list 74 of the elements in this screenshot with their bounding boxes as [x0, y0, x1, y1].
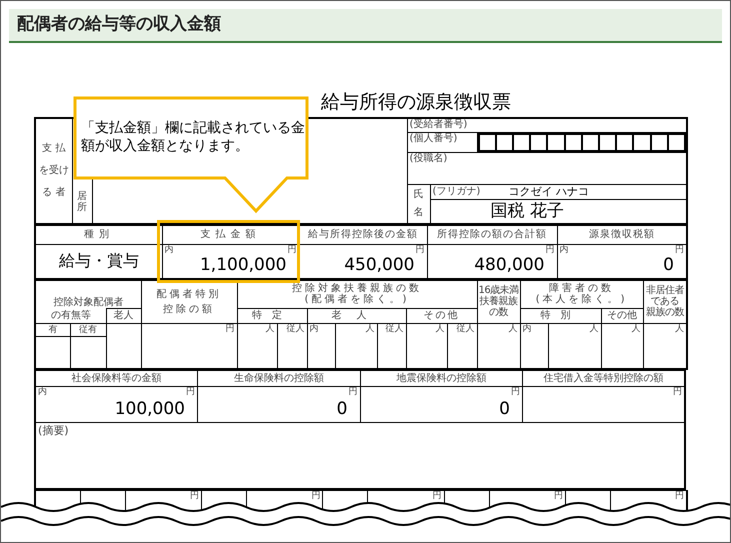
field-label: (受給者番号)	[410, 119, 468, 130]
unit-label: 従人	[286, 324, 305, 334]
amount-value: 0	[663, 255, 674, 275]
field-label: (フリガナ)	[432, 186, 480, 196]
column-header: 源泉徴収税額	[588, 229, 655, 240]
column-header: 控除対象扶養親族の数 (配偶者を除く。)	[292, 283, 422, 305]
column-header: 生命保険料の控除額	[234, 372, 324, 384]
column-header: その他	[424, 310, 460, 321]
column-header: 障害者の数 (本人を除く。)	[536, 283, 628, 305]
amount-value: 480,000	[474, 255, 544, 275]
column-header: 支払金額	[200, 229, 260, 240]
name-label: 氏 名	[414, 188, 424, 220]
column-header: 所得控除の額の合計額	[437, 229, 547, 240]
address-label: 居所	[77, 191, 87, 213]
furigana-value: コクゼイ ハナコ	[508, 186, 589, 197]
column-header: 地震保険料の控除額	[396, 372, 486, 384]
unit-label: 人	[675, 324, 684, 334]
prefix-label: 内	[522, 324, 532, 334]
section-title: 配偶者の給与等の収入金額	[17, 13, 221, 36]
amount-value: 450,000	[344, 255, 414, 275]
unit-label: 人	[366, 324, 375, 334]
column-header: 控除対象配偶者	[53, 296, 124, 308]
field-label: (役職名)	[410, 152, 448, 164]
callout-text: 「支払金額」欄に記載されている金額が収入金額となります。	[81, 120, 305, 154]
column-header: の有無等	[50, 310, 91, 321]
amount-value: 0	[499, 399, 510, 419]
unit-label: 円	[348, 388, 358, 397]
unit-label: 円	[226, 324, 235, 334]
unit-label: 円	[416, 246, 424, 255]
prefix-label: 内	[310, 324, 319, 334]
column-header: 種別	[84, 229, 114, 240]
amount-value: 100,000	[114, 399, 185, 419]
column-header: 特定	[252, 310, 292, 321]
unit-label: 人	[632, 324, 641, 334]
column-header: 従有	[79, 324, 97, 334]
unit-label: 円	[554, 490, 564, 500]
unit-label: 人	[266, 324, 275, 334]
unit-label: 円	[673, 388, 682, 397]
field-label: (個人番号)	[410, 132, 458, 144]
column-header: 非居住者 である 親族の数	[646, 285, 684, 318]
column-header: 有	[48, 324, 58, 334]
column-header: 16歳未満 扶養親族 の数	[478, 285, 519, 318]
recipient-label: 支 払 を受け る 者	[38, 142, 69, 200]
unit-label: 円	[674, 490, 684, 500]
unit-label: 円	[186, 388, 195, 397]
unit-label: 人	[508, 324, 518, 334]
unit-label: 従人	[456, 324, 475, 334]
unit-label: 人	[436, 324, 445, 334]
unit-label: 円	[311, 490, 320, 500]
column-header: 老人	[114, 310, 134, 321]
unit-label: 従人	[386, 324, 404, 334]
column-header: 住宅借入金等特別控除の額	[544, 372, 664, 384]
prefix-label: 内	[164, 246, 174, 255]
prefix-label: 内	[560, 246, 568, 255]
unit-label: 円	[190, 490, 199, 500]
unit-label: 円	[288, 246, 296, 255]
unit-label: 円	[546, 246, 554, 255]
column-header: 社会保険料等の金額	[72, 372, 162, 384]
unit-label: 円	[511, 388, 520, 397]
column-header: 老人	[332, 310, 382, 321]
unit-label: 円	[432, 490, 442, 500]
income-type: 給与・賞与	[58, 251, 139, 270]
column-header: その他	[607, 310, 638, 321]
form-title: 給与所得の源泉徴収票	[321, 90, 511, 115]
column-header: 給与所得控除後の金額	[308, 229, 418, 240]
name-value: 国税 花子	[490, 200, 564, 221]
prefix-label: 内	[38, 388, 47, 397]
column-header: 特別	[540, 310, 581, 321]
unit-label: 人	[590, 324, 599, 334]
amount-value: 1,100,000	[200, 255, 286, 275]
amount-value: 0	[336, 399, 348, 419]
remarks-label: (摘要)	[38, 424, 69, 437]
column-header: 配偶者特別 控除の額	[156, 288, 222, 316]
unit-label: 円	[675, 246, 684, 255]
